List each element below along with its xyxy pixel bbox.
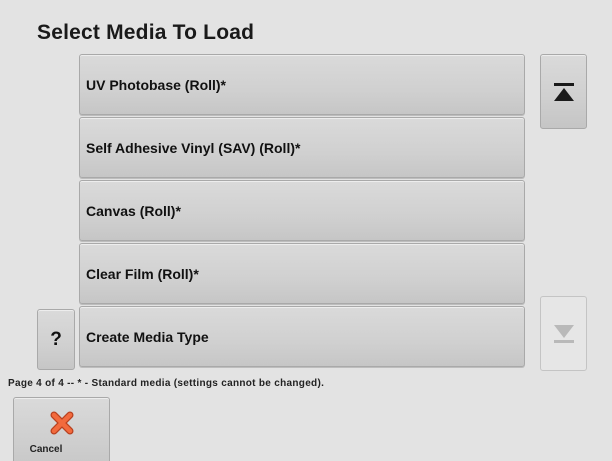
scroll-to-top-button[interactable]	[540, 54, 587, 129]
media-item-label: Canvas (Roll)*	[86, 202, 181, 219]
media-item-label: UV Photobase (Roll)*	[86, 76, 227, 93]
footer-note: Page 4 of 4 -- * - Standard media (setti…	[8, 378, 325, 389]
page-title: Select Media To Load	[37, 21, 255, 44]
media-item-label: Self Adhesive Vinyl (SAV) (Roll)*	[86, 139, 301, 156]
scroll-down-button[interactable]	[540, 296, 587, 371]
cancel-button[interactable]: Cancel	[13, 397, 110, 461]
create-media-type-label: Create Media Type	[86, 328, 209, 345]
create-media-type-button[interactable]: Create Media Type	[79, 306, 525, 367]
media-item-uv-photobase[interactable]: UV Photobase (Roll)*	[79, 54, 525, 115]
media-item-canvas[interactable]: Canvas (Roll)*	[79, 180, 525, 241]
media-item-clear-film[interactable]: Clear Film (Roll)*	[79, 243, 525, 304]
media-list: UV Photobase (Roll)* Self Adhesive Vinyl…	[79, 54, 525, 369]
help-label: ?	[50, 328, 62, 350]
help-button[interactable]: ?	[37, 309, 75, 370]
cancel-label: Cancel	[29, 444, 63, 455]
cancel-x-icon	[50, 411, 74, 435]
media-item-label: Clear Film (Roll)*	[86, 265, 199, 282]
media-item-self-adhesive-vinyl[interactable]: Self Adhesive Vinyl (SAV) (Roll)*	[79, 117, 525, 178]
scroll-to-top-icon	[553, 82, 574, 101]
scroll-down-icon	[553, 324, 574, 343]
